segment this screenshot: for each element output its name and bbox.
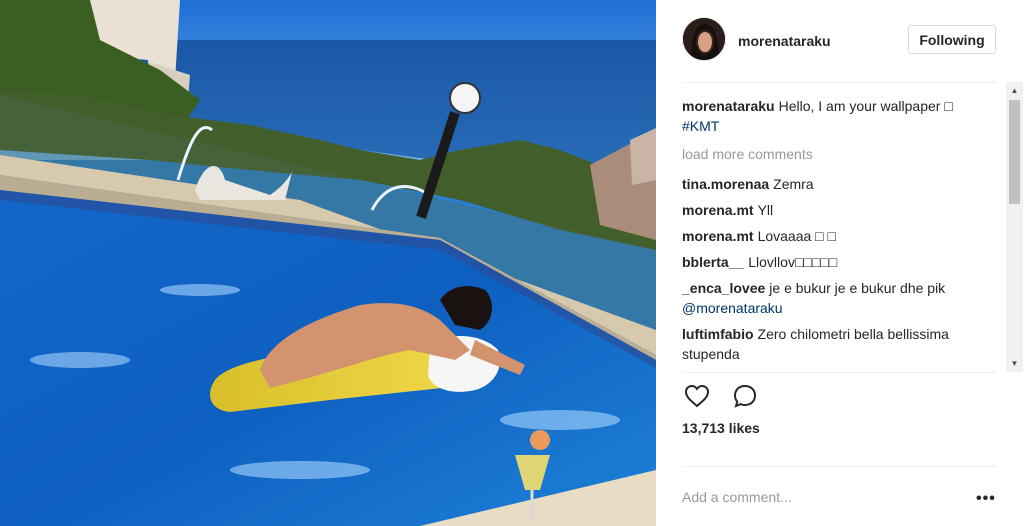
comment-username[interactable]: bblerta__ — [682, 254, 744, 270]
comment-username[interactable]: tina.morenaa — [682, 176, 769, 192]
likes-count[interactable]: 13,713 likes — [682, 420, 760, 436]
load-more-comments-link[interactable]: load more comments — [682, 144, 1000, 164]
comment-username[interactable]: _enca_lovee — [682, 280, 765, 296]
comment-username[interactable]: morena.mt — [682, 202, 754, 218]
list-item: tina.morenaa Zemra — [682, 174, 1000, 194]
comment-text: Llovllov□□□□□ — [748, 254, 838, 270]
post-actions — [682, 380, 760, 412]
comment-text: je e bukur je e bukur dhe pik — [769, 280, 946, 296]
ellipsis-icon[interactable]: ••• — [976, 490, 996, 508]
add-comment-input[interactable]: Add a comment... — [682, 489, 792, 505]
caption-username[interactable]: morenataraku — [682, 98, 775, 114]
caption-hashtag[interactable]: #KMT — [682, 118, 719, 134]
caption: morenataraku Hello, I am your wallpaper □… — [682, 96, 1000, 136]
comment-username[interactable]: luftimfabio — [682, 326, 754, 342]
post-modal: morenataraku Following morenataraku Hello… — [0, 0, 1024, 526]
comment-text: Yll — [757, 202, 774, 218]
following-button[interactable]: Following — [908, 25, 996, 54]
comment-divider — [682, 466, 996, 467]
list-item: luftimfabio Zero chilometri bella belliss… — [682, 324, 1000, 364]
comments-scrollbar[interactable]: ▲ ▼ — [1006, 82, 1023, 372]
post-side-panel: morenataraku Following morenataraku Hello… — [656, 0, 1024, 526]
avatar-image — [683, 18, 725, 60]
caption-text: Hello, I am your wallpaper □ — [778, 98, 953, 114]
header-divider — [682, 82, 996, 83]
comment-mention[interactable]: @morenataraku — [682, 300, 783, 316]
list-item: bblerta__ Llovllov□□□□□ — [682, 252, 1000, 272]
heart-icon[interactable] — [682, 381, 712, 411]
comment-text: Lovaaaa □ □ — [757, 228, 836, 244]
list-item: morena.mt Lovaaaa □ □ — [682, 226, 1000, 246]
scroll-down-arrow-icon[interactable]: ▼ — [1006, 355, 1023, 372]
post-photo[interactable] — [0, 0, 656, 526]
photo-illustration — [0, 0, 656, 526]
comments-list: morenataraku Hello, I am your wallpaper □… — [682, 96, 1000, 370]
scroll-up-arrow-icon[interactable]: ▲ — [1006, 82, 1023, 99]
comment-text: Zemra — [773, 176, 814, 192]
list-item: morena.mt Yll — [682, 200, 1000, 220]
author-username[interactable]: morenataraku — [738, 33, 831, 49]
scroll-thumb[interactable] — [1009, 100, 1020, 204]
list-item: _enca_lovee je e bukur je e bukur dhe pik… — [682, 278, 1000, 318]
actions-divider — [682, 372, 996, 373]
post-header: morenataraku Following — [656, 0, 1024, 82]
author-avatar[interactable] — [682, 17, 726, 61]
comment-username[interactable]: morena.mt — [682, 228, 754, 244]
speech-bubble-icon[interactable] — [730, 381, 760, 411]
